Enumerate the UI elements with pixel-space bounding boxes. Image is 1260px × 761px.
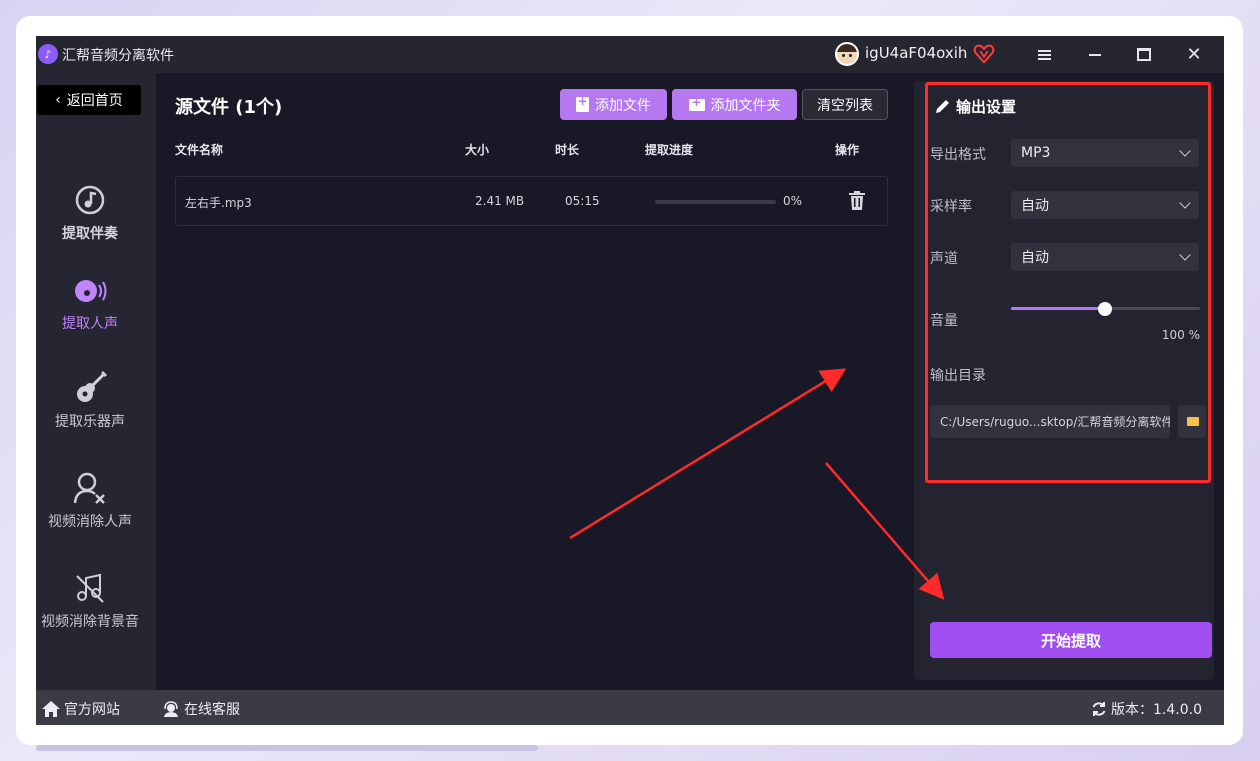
menu-icon[interactable] [1020, 36, 1068, 73]
volume-slider-thumb[interactable] [1098, 302, 1112, 316]
sidebar-item-label: 视频消除人声 [48, 514, 132, 530]
sidebar-item-extract-instrument[interactable]: 提取乐器声 [36, 370, 144, 431]
output-dir-label: 输出目录 [930, 368, 986, 384]
maximize-button[interactable] [1120, 36, 1168, 73]
sidebar-item-video-remove-bgm[interactable]: 视频消除背景音 [36, 571, 144, 631]
sidebar-item-extract-vocals[interactable]: 提取人声 [36, 273, 144, 333]
music-off-icon [36, 571, 144, 605]
clear-list-button[interactable]: 清空列表 [802, 89, 888, 120]
settings-title-text: 输出设置 [956, 98, 1017, 116]
column-header-name: 文件名称 [175, 143, 224, 157]
column-header-action: 操作 [835, 143, 860, 157]
add-file-button[interactable]: 添加文件 [560, 89, 667, 120]
browse-folder-button[interactable] [1178, 405, 1206, 438]
sidebar-item-label: 视频消除背景音 [41, 614, 139, 630]
title-bar: ♪ 汇帮音频分离软件 igU4aF04oxih ✕ [36, 36, 1224, 73]
chevron-down-icon [1179, 249, 1191, 261]
official-website-label: 官方网站 [64, 702, 120, 718]
file-duration: 05:15 [565, 194, 600, 208]
headset-icon [164, 701, 178, 717]
sidebar: ‹ 返回首页 提取伴奏 提取人声 提取乐器声 视频消除人声 视频消除背景音 [36, 73, 156, 690]
vip-heart-icon[interactable] [973, 43, 995, 65]
user-remove-icon [36, 471, 144, 505]
back-home-label: 返回首页 [66, 93, 123, 109]
sidebar-item-label: 提取人声 [62, 316, 118, 332]
add-file-label: 添加文件 [595, 97, 651, 114]
progress-percent: 0% [783, 194, 803, 208]
folder-icon [1187, 417, 1199, 426]
file-size: 2.41 MB [475, 194, 525, 208]
chevron-left-icon: ‹ [55, 92, 61, 108]
settings-title: 输出设置 [934, 96, 1016, 117]
clear-list-label: 清空列表 [817, 97, 873, 114]
add-file-icon [576, 94, 589, 112]
official-website-link[interactable]: 官方网站 [42, 699, 120, 719]
column-header-size: 大小 [465, 143, 490, 157]
channel-value: 自动 [1021, 250, 1049, 266]
format-value: MP3 [1021, 145, 1051, 161]
app-title: 汇帮音频分离软件 [62, 48, 174, 64]
add-folder-button[interactable]: 添加文件夹 [672, 89, 797, 120]
voice-icon [36, 273, 144, 307]
format-label: 导出格式 [930, 147, 986, 163]
page-title: 源文件 (1个) [175, 97, 283, 118]
online-service-label: 在线客服 [184, 702, 240, 718]
samplerate-select[interactable]: 自动 [1011, 191, 1199, 219]
file-panel: 源文件 (1个) 添加文件 添加文件夹 清空列表 文件名称 大小 时长 提取进度… [156, 73, 912, 690]
back-home-button[interactable]: ‹ 返回首页 [37, 85, 141, 115]
chevron-down-icon [1179, 145, 1191, 157]
column-header-duration: 时长 [555, 143, 580, 157]
add-folder-icon [688, 95, 705, 111]
pen-icon [936, 99, 949, 113]
volume-fill [1011, 307, 1106, 310]
file-name: 左右手.mp3 [185, 196, 252, 210]
bottom-strip [36, 745, 538, 751]
volume-label: 音量 [930, 313, 958, 329]
close-button[interactable]: ✕ [1170, 36, 1218, 73]
format-select[interactable]: MP3 [1011, 139, 1199, 167]
online-service-link[interactable]: 在线客服 [162, 699, 240, 719]
sidebar-item-extract-accompaniment[interactable]: 提取伴奏 [36, 183, 144, 243]
add-folder-label: 添加文件夹 [710, 97, 781, 114]
output-dir-field[interactable]: C:/Users/ruguo...sktop/汇帮音频分离软件 [930, 405, 1170, 438]
home-icon [42, 701, 60, 717]
guitar-icon [36, 370, 144, 405]
version-info: 版本：1.4.0.0 [1091, 699, 1202, 719]
chevron-down-icon [1179, 197, 1191, 209]
volume-value: 100 % [1161, 328, 1200, 342]
column-header-progress: 提取进度 [645, 143, 694, 157]
progress-bar [655, 200, 776, 204]
app-window: ♪ 汇帮音频分离软件 igU4aF04oxih ✕ ‹ 返回首页 提取伴奏 提取… [36, 36, 1224, 725]
username[interactable]: igU4aF04oxih [865, 44, 967, 62]
footer-bar: 官方网站 在线客服 版本：1.4.0.0 [36, 690, 1224, 725]
samplerate-value: 自动 [1021, 198, 1049, 214]
sidebar-item-video-remove-vocals[interactable]: 视频消除人声 [36, 471, 144, 531]
table-row[interactable]: 左右手.mp3 2.41 MB 05:15 0% [175, 176, 888, 226]
avatar[interactable] [835, 42, 859, 66]
app-logo-icon: ♪ [38, 44, 58, 64]
sidebar-item-label: 提取伴奏 [62, 226, 118, 242]
channel-label: 声道 [930, 251, 958, 267]
music-note-icon [36, 183, 144, 217]
sidebar-item-label: 提取乐器声 [55, 414, 125, 430]
version-label: 版本：1.4.0.0 [1111, 702, 1202, 718]
trash-icon[interactable] [849, 191, 865, 210]
minimize-button[interactable] [1071, 36, 1119, 73]
start-extract-button[interactable]: 开始提取 [930, 622, 1212, 658]
channel-select[interactable]: 自动 [1011, 243, 1199, 271]
refresh-icon [1092, 702, 1106, 716]
samplerate-label: 采样率 [930, 199, 972, 215]
